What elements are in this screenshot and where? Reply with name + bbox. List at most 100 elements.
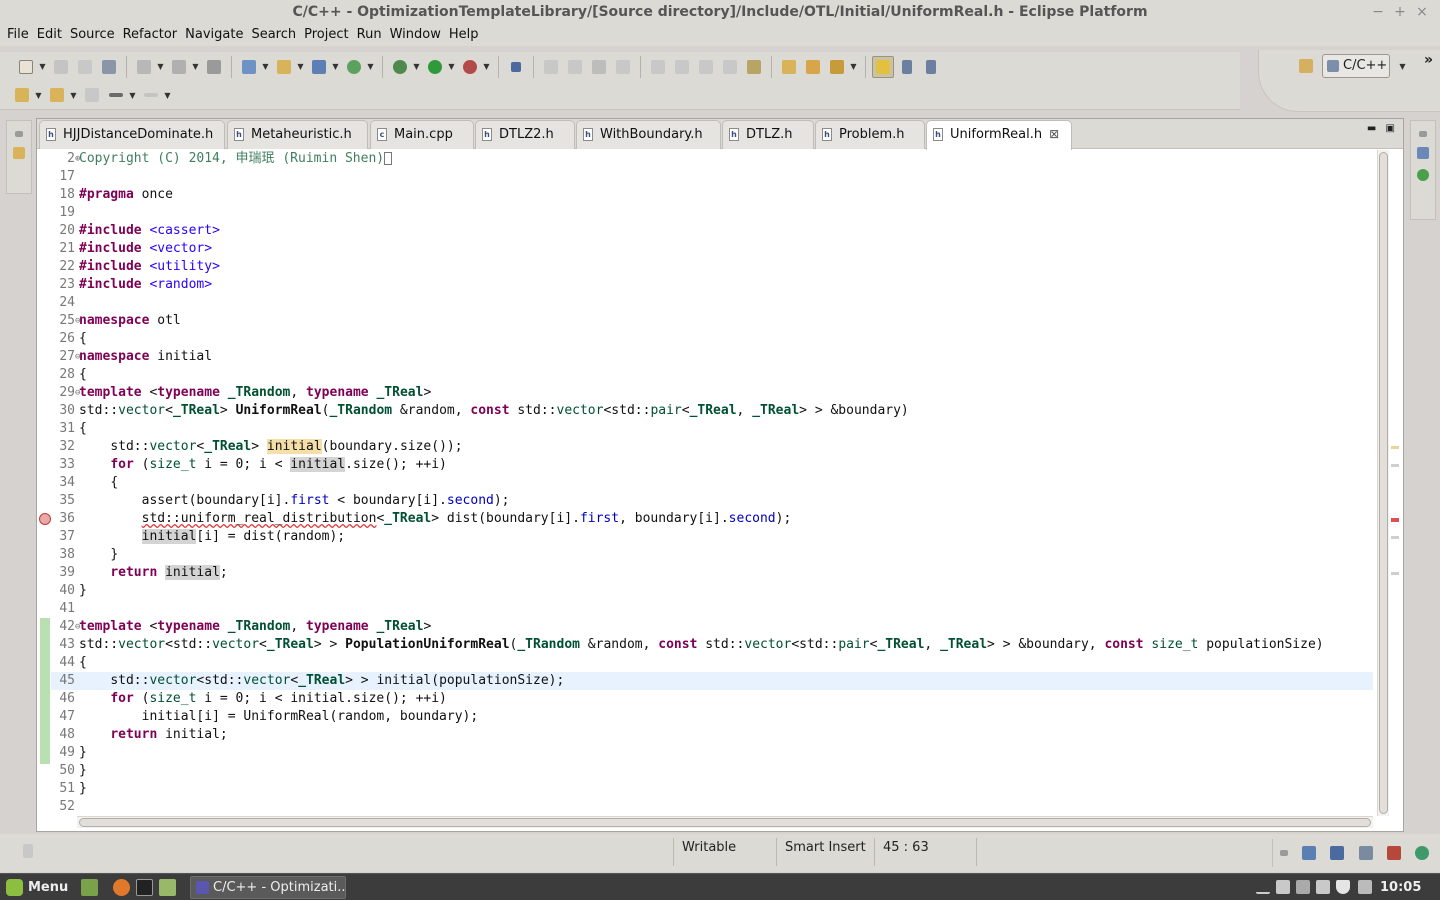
close-window-icon[interactable]: × bbox=[1412, 0, 1432, 24]
tab-hjjdistancedominate[interactable]: h HJJDistanceDominate.h bbox=[39, 120, 225, 149]
profile-icon[interactable] bbox=[459, 56, 481, 78]
step-over-icon[interactable] bbox=[671, 56, 693, 78]
step-return-icon[interactable] bbox=[695, 56, 717, 78]
tab-dtlz[interactable]: h DTLZ.h bbox=[722, 120, 814, 149]
show-desktop-icon[interactable] bbox=[81, 879, 98, 896]
open-perspective-icon[interactable] bbox=[1295, 55, 1317, 77]
perspective-dropdown-icon[interactable]: ▼ bbox=[1398, 55, 1407, 77]
menu-edit[interactable]: Edit bbox=[33, 24, 66, 46]
problems-icon[interactable] bbox=[1386, 846, 1401, 860]
terminal-icon[interactable] bbox=[136, 879, 153, 896]
new-class-dropdown-icon[interactable]: ▼ bbox=[331, 56, 340, 78]
step-into-icon[interactable] bbox=[647, 56, 669, 78]
taskbar-eclipse-window[interactable]: C/C++ - Optimizati... bbox=[190, 876, 346, 899]
build-icon[interactable] bbox=[168, 56, 190, 78]
minimize-editor-icon[interactable]: ▬ bbox=[1367, 123, 1376, 134]
new-folder-icon[interactable] bbox=[273, 56, 295, 78]
restore-icon[interactable] bbox=[15, 131, 23, 137]
back-icon[interactable] bbox=[105, 84, 127, 106]
new-class-icon[interactable] bbox=[308, 56, 330, 78]
error-overview-marker[interactable] bbox=[1391, 518, 1399, 522]
next-annotation-dropdown-icon[interactable]: ▼ bbox=[34, 84, 43, 106]
previous-annotation-dropdown-icon[interactable]: ▼ bbox=[69, 84, 78, 106]
keyboard-icon[interactable] bbox=[1358, 880, 1372, 894]
mark-occurrences-icon[interactable] bbox=[872, 55, 894, 78]
save-all-icon[interactable] bbox=[74, 56, 96, 78]
open-type-icon[interactable] bbox=[778, 56, 800, 78]
code-editor[interactable]: 2 ⊕ Copyright (C) 2014, 申瑞珉 (Ruimin Shen) … bbox=[39, 150, 1373, 816]
occurrence-marker[interactable] bbox=[1391, 536, 1399, 539]
search-dropdown-icon[interactable]: ▼ bbox=[849, 56, 858, 78]
restore-right-icon[interactable] bbox=[1419, 131, 1427, 137]
tab-main-cpp[interactable]: c Main.cpp bbox=[370, 120, 474, 149]
menu-search[interactable]: Search bbox=[247, 24, 300, 46]
resume-icon[interactable] bbox=[540, 56, 562, 78]
menu-refactor[interactable]: Refactor bbox=[119, 24, 182, 46]
overflow-chevron-icon[interactable]: » bbox=[1424, 52, 1433, 68]
project-explorer-icon[interactable] bbox=[13, 147, 25, 159]
debug-dropdown-icon[interactable]: ▼ bbox=[412, 56, 421, 78]
menu-file[interactable]: File bbox=[3, 24, 33, 46]
build-config-icon[interactable] bbox=[133, 56, 155, 78]
outline-icon[interactable] bbox=[1417, 147, 1429, 159]
tab-dtlz2[interactable]: h DTLZ2.h bbox=[475, 120, 575, 149]
tab-uniformreal[interactable]: h UniformReal.h ⊠ bbox=[926, 120, 1072, 150]
search-icon[interactable] bbox=[826, 56, 848, 78]
tab-problem[interactable]: h Problem.h bbox=[815, 120, 925, 149]
occurrence-marker[interactable] bbox=[1391, 572, 1399, 575]
new-project-dropdown-icon[interactable]: ▼ bbox=[261, 56, 270, 78]
occurrence-marker[interactable] bbox=[1391, 446, 1399, 449]
instruction-stepping-icon[interactable] bbox=[743, 56, 765, 78]
save-icon[interactable] bbox=[50, 56, 72, 78]
update-shield-icon[interactable] bbox=[1336, 880, 1350, 894]
fast-view-icon[interactable] bbox=[17, 840, 39, 862]
network-icon[interactable] bbox=[1296, 880, 1310, 894]
menu-project[interactable]: Project bbox=[300, 24, 352, 46]
new-project-icon[interactable] bbox=[238, 56, 260, 78]
new-icon[interactable] bbox=[15, 56, 37, 78]
build-config-dropdown-icon[interactable]: ▼ bbox=[156, 56, 165, 78]
occurrence-marker[interactable] bbox=[1391, 464, 1399, 467]
refresh-icon[interactable] bbox=[343, 56, 365, 78]
forward-icon[interactable] bbox=[140, 84, 162, 106]
start-menu-button[interactable]: Menu bbox=[4, 877, 68, 898]
disconnect-icon[interactable] bbox=[612, 56, 634, 78]
maximize-icon[interactable]: + bbox=[1390, 0, 1410, 24]
perspective-cpp-button[interactable]: C/C++ bbox=[1322, 54, 1390, 78]
menu-help[interactable]: Help bbox=[445, 24, 483, 46]
menu-window[interactable]: Window bbox=[386, 24, 445, 46]
open-element-icon[interactable] bbox=[802, 56, 824, 78]
previous-annotation-icon[interactable] bbox=[46, 84, 68, 106]
back-dropdown-icon[interactable]: ▼ bbox=[128, 84, 137, 106]
progress-icon[interactable] bbox=[1414, 846, 1429, 860]
skip-breakpoints-icon[interactable] bbox=[505, 56, 527, 78]
firefox-icon[interactable] bbox=[113, 879, 130, 896]
drop-to-frame-icon[interactable] bbox=[719, 56, 741, 78]
error-marker-icon[interactable] bbox=[39, 513, 51, 525]
vertical-scroll-thumb[interactable] bbox=[1379, 152, 1388, 814]
build-all-icon[interactable] bbox=[203, 56, 225, 78]
profile-dropdown-icon[interactable]: ▼ bbox=[482, 56, 491, 78]
run-dropdown-icon[interactable]: ▼ bbox=[447, 56, 456, 78]
menu-run[interactable]: Run bbox=[353, 24, 386, 46]
make-target-icon[interactable] bbox=[1417, 169, 1429, 181]
vertical-scrollbar[interactable] bbox=[1377, 150, 1389, 816]
new-folder-dropdown-icon[interactable]: ▼ bbox=[296, 56, 305, 78]
close-tab-icon[interactable]: ⊠ bbox=[1049, 127, 1059, 141]
tasks-icon[interactable] bbox=[1302, 846, 1317, 860]
suspend-icon[interactable] bbox=[564, 56, 586, 78]
clock[interactable]: 10:05 bbox=[1380, 874, 1421, 900]
block-selection-icon[interactable] bbox=[896, 56, 918, 78]
overview-ruler[interactable] bbox=[1389, 150, 1403, 816]
forward-dropdown-icon[interactable]: ▼ bbox=[163, 84, 172, 106]
last-edit-location-icon[interactable] bbox=[81, 84, 103, 106]
minimize-icon[interactable]: − bbox=[1368, 0, 1388, 24]
terminate-icon[interactable] bbox=[588, 56, 610, 78]
next-annotation-icon[interactable] bbox=[11, 84, 33, 106]
debug-icon[interactable] bbox=[389, 56, 411, 78]
tab-metaheuristic[interactable]: h Metaheuristic.h bbox=[227, 120, 368, 149]
menu-navigate[interactable]: Navigate bbox=[181, 24, 247, 46]
maximize-editor-icon[interactable]: ▣ bbox=[1386, 123, 1395, 134]
new-dropdown-icon[interactable]: ▼ bbox=[38, 56, 47, 78]
volume-icon[interactable] bbox=[1316, 880, 1330, 894]
